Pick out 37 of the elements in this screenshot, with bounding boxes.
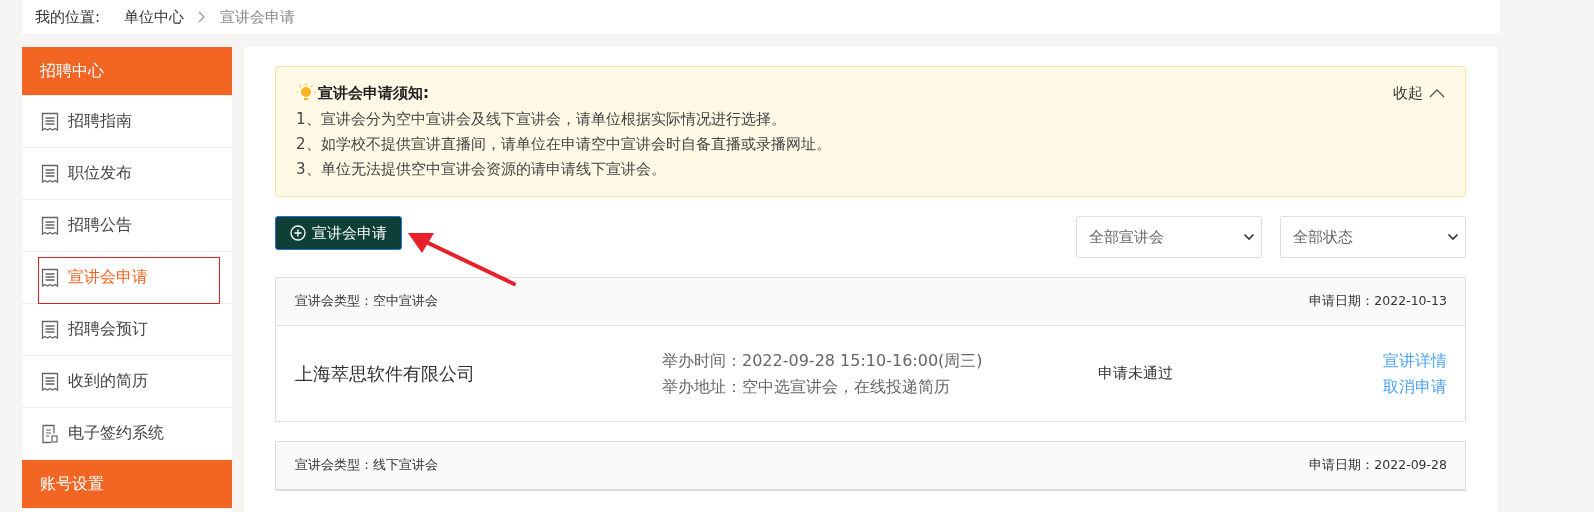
chevron-down-icon	[1243, 233, 1255, 241]
sidebar-item[interactable]: 职位发布	[22, 148, 232, 200]
record-type: 宣讲会类型：线下宣讲会	[295, 457, 438, 474]
breadcrumb-label: 我的位置:	[35, 7, 101, 27]
receipt-icon	[41, 371, 59, 392]
sidebar-item[interactable]: 招聘会预订	[22, 304, 232, 356]
breadcrumb-link[interactable]: 单位中心	[124, 7, 185, 27]
record-date: 申请日期：2022-09-28	[1309, 457, 1447, 474]
chevron-up-icon	[1429, 88, 1445, 98]
filter-dropdown[interactable]: 全部状态	[1280, 216, 1466, 258]
company-name: 上海萃思软件有限公司	[295, 361, 476, 386]
receipt-icon	[41, 267, 59, 288]
receipt-icon	[41, 111, 59, 132]
event-time: 举办时间：2022-09-28 15:10-16:00(周三)	[662, 349, 984, 372]
sidebar-item[interactable]: 招聘指南	[22, 96, 232, 148]
lightbulb-icon	[296, 83, 316, 103]
plus-circle-icon	[290, 225, 306, 241]
collapse-button[interactable]: 收起	[1393, 83, 1445, 103]
sidebar-item[interactable]: 收到的简历	[22, 356, 232, 408]
receipt-icon	[41, 163, 59, 184]
apply-button[interactable]: 宣讲会申请	[275, 216, 402, 250]
notice-title: 宣讲会申请须知:	[318, 83, 429, 103]
notice-text: 2、如学校不提供宣讲直播间，请单位在申请空中宣讲会时自备直播或录播网址。	[296, 134, 832, 155]
receipt-icon	[41, 319, 59, 340]
record-type: 宣讲会类型：空中宣讲会	[295, 293, 438, 310]
notice-text: 3、单位无法提供空中宣讲会资源的请申请线下宣讲会。	[296, 159, 667, 180]
document-icon	[41, 423, 59, 444]
breadcrumb-current: 宣讲会申请	[220, 7, 296, 27]
notice-text: 1、宣讲会分为空中宣讲会及线下宣讲会，请单位根据实际情况进行选择。	[296, 109, 787, 130]
record-date: 申请日期：2022-10-13	[1309, 293, 1447, 310]
chevron-down-icon	[1447, 233, 1459, 241]
event-address: 举办地址：空中选宣讲会，在线投递简历	[662, 375, 951, 398]
sidebar-item[interactable]: 招聘公告	[22, 200, 232, 252]
filter-dropdown[interactable]: 全部宣讲会	[1076, 216, 1262, 258]
receipt-icon	[41, 215, 59, 236]
application-status: 申请未通过	[1098, 364, 1174, 383]
chevron-right-icon	[198, 11, 207, 23]
